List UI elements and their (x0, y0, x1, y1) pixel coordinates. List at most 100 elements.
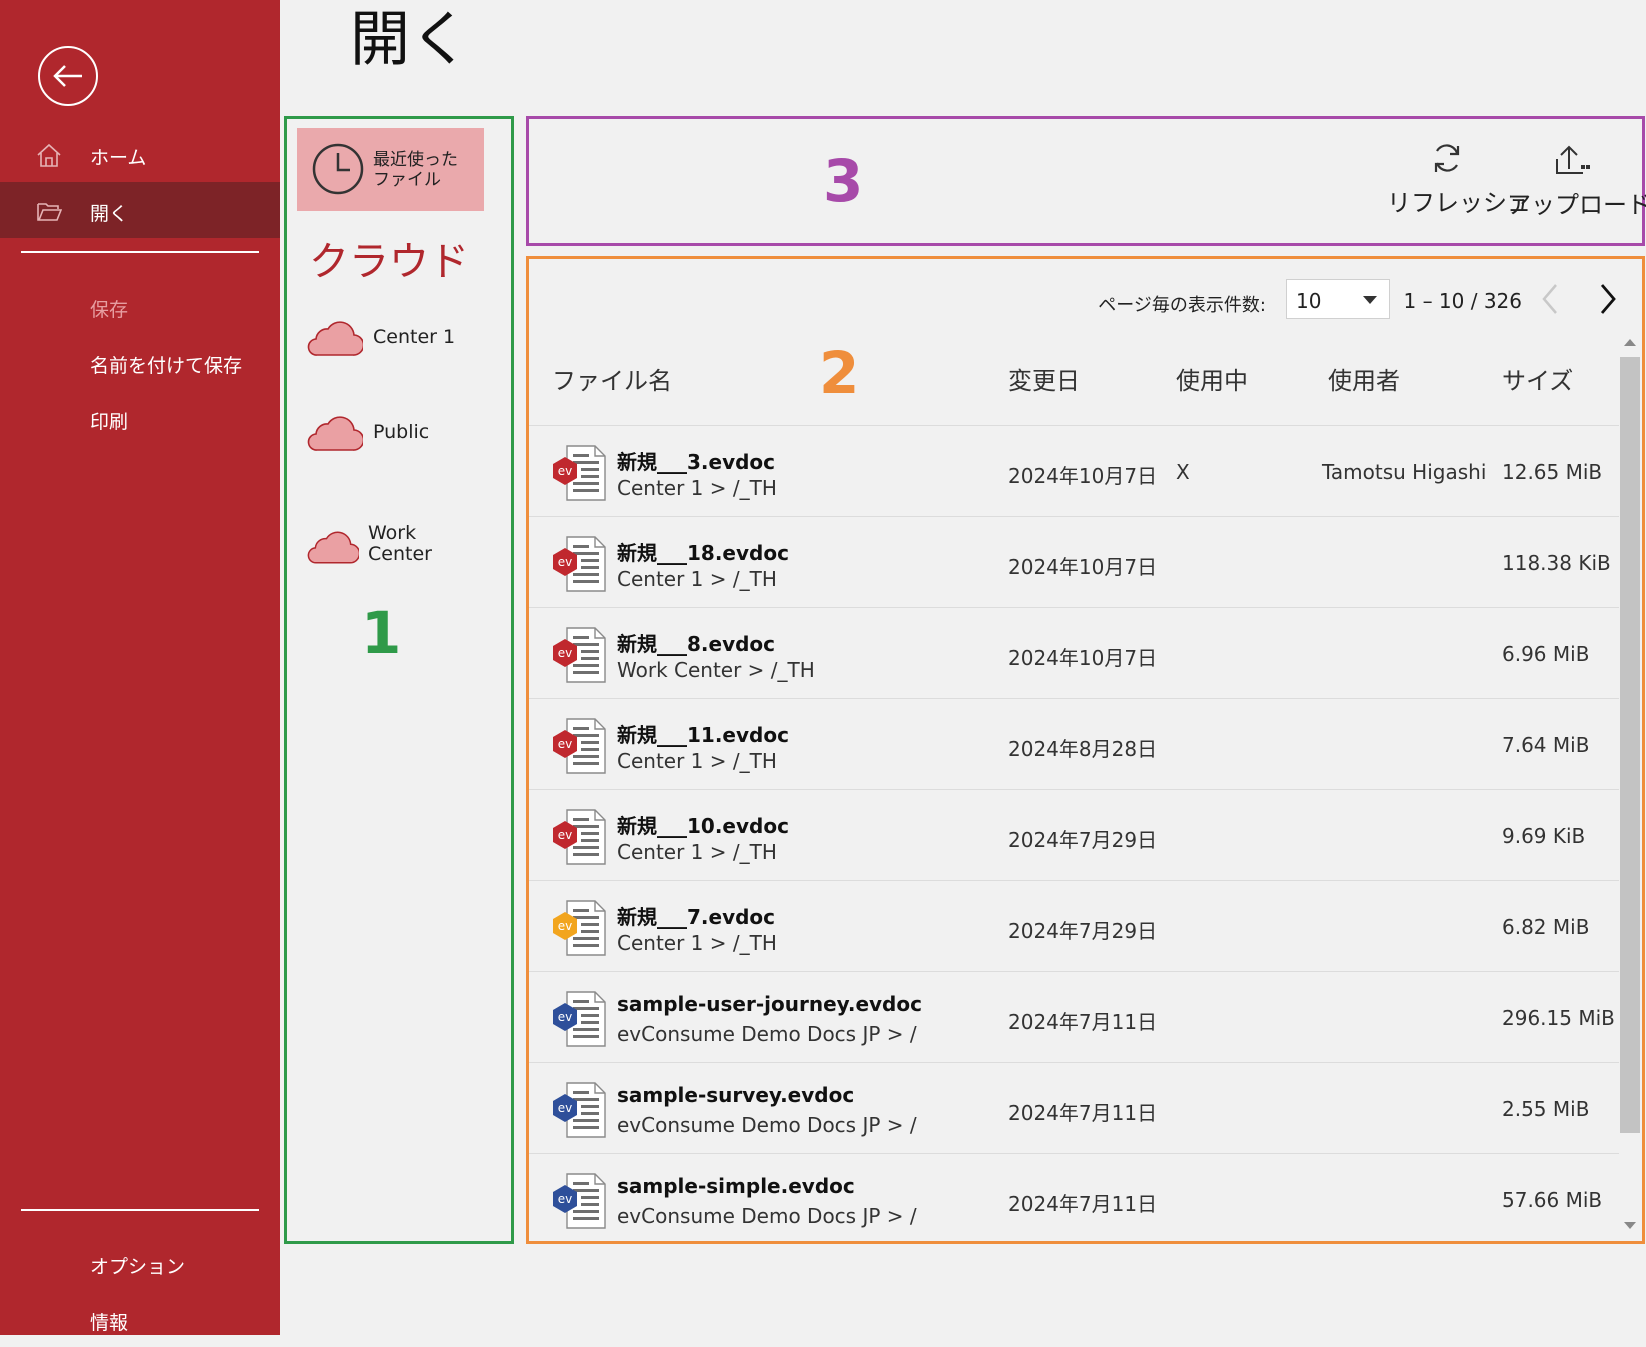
svg-text:ev: ev (558, 828, 572, 842)
scroll-down-arrow[interactable] (1624, 1222, 1636, 1229)
nav-open[interactable]: 開く (0, 182, 280, 238)
table-row[interactable]: ev sample-user-journey.evdoc evConsume Dem… (529, 972, 1619, 1063)
file-size: 7.64 MiB (1502, 733, 1590, 757)
sidebar-divider (21, 251, 259, 253)
file-modified-date: 2024年7月29日 (1008, 828, 1158, 852)
file-path: Center 1 > /_TH (617, 476, 777, 500)
column-header-date[interactable]: 変更日 (1008, 361, 1080, 396)
file-path: Work Center > /_TH (617, 658, 815, 682)
file-size: 6.96 MiB (1502, 642, 1590, 666)
file-name: 新規___18.evdoc (617, 541, 789, 565)
nav-print[interactable]: 印刷 (0, 390, 280, 446)
cloud-section-heading: クラウド (309, 239, 469, 285)
file-in-use: X (1176, 460, 1190, 484)
table-row[interactable]: ev 新規___11.evdoc Center 1 > /_TH 2024年8月28日… (529, 699, 1619, 790)
column-header-user[interactable]: 使用者 (1328, 361, 1400, 396)
annotation-number-2: 2 (819, 339, 860, 407)
file-path: Center 1 > /_TH (617, 931, 777, 955)
file-path: Center 1 > /_TH (617, 749, 777, 773)
table-row[interactable]: ev 新規___10.evdoc Center 1 > /_TH 2024年7月29日… (529, 790, 1619, 881)
page-title: 開く (350, 5, 470, 75)
file-name: 新規___8.evdoc (617, 632, 776, 656)
back-button[interactable] (38, 46, 98, 106)
column-header-size[interactable]: サイズ (1502, 361, 1573, 396)
per-page-value: 10 (1296, 289, 1322, 313)
file-name: 新規___7.evdoc (617, 905, 776, 929)
location-center-1[interactable]: Center 1 (307, 311, 497, 367)
refresh-label: リフレッシュ (1387, 189, 1531, 217)
nav-options[interactable]: オプション (0, 1235, 280, 1291)
location-public[interactable]: Public (307, 406, 497, 462)
file-path: Center 1 > /_TH (617, 840, 777, 864)
folder-open-icon (37, 203, 62, 221)
location-work-center[interactable]: Work Center (307, 517, 497, 583)
file-modified-date: 2024年8月28日 (1008, 737, 1158, 761)
file-path: Center 1 > /_TH (617, 567, 777, 591)
table-row[interactable]: ev 新規___18.evdoc Center 1 > /_TH 2024年10月7日… (529, 517, 1619, 608)
column-header-in-use[interactable]: 使用中 (1176, 361, 1248, 396)
file-user: Tamotsu Higashi (1322, 460, 1487, 484)
vertical-scrollbar[interactable] (1620, 339, 1640, 1239)
scroll-thumb[interactable] (1620, 357, 1640, 1133)
table-row[interactable]: ev 新規___7.evdoc Center 1 > /_TH 2024年7月29日 6… (529, 881, 1619, 972)
locations-panel: 最近使ったファイル クラウド Center 1 Public Work Cent… (284, 116, 514, 1244)
nav-home[interactable]: ホーム (0, 126, 280, 182)
toolbar-panel: 3 リフレッシュ アップロード (526, 116, 1646, 246)
pagination-bar: ページ毎の表示件数: 10 1 – 10 / 326 (842, 279, 1642, 325)
nav-save-as[interactable]: 名前を付けて保存 (0, 334, 280, 390)
file-size: 2.55 MiB (1502, 1097, 1590, 1121)
svg-text:ev: ev (558, 555, 572, 569)
nav-info[interactable]: 情報 (0, 1291, 280, 1347)
file-modified-date: 2024年7月29日 (1008, 919, 1158, 943)
table-row[interactable]: ev sample-survey.evdoc evConsume Demo Docs… (529, 1063, 1619, 1154)
evdoc-file-icon: ev (553, 991, 606, 1047)
svg-text:ev: ev (558, 1192, 572, 1206)
annotation-number-3: 3 (823, 147, 864, 215)
per-page-select[interactable]: 10 (1286, 279, 1390, 319)
recent-files-button[interactable]: 最近使ったファイル (297, 128, 484, 211)
upload-label: アップロード (1507, 191, 1646, 219)
file-name: 新規___10.evdoc (617, 814, 789, 838)
evdoc-file-icon: ev (553, 900, 606, 956)
per-page-label: ページ毎の表示件数: (1098, 295, 1266, 316)
nav-save[interactable]: 保存 (0, 278, 280, 334)
scroll-up-arrow[interactable] (1624, 339, 1636, 346)
file-modified-date: 2024年10月7日 (1008, 555, 1158, 579)
upload-button[interactable]: アップロード (1507, 141, 1646, 220)
svg-text:ev: ev (558, 1010, 572, 1024)
location-label: Public (373, 421, 430, 443)
table-row[interactable]: ev 新規___3.evdoc Center 1 > /_TH 2024年10月7日 X… (529, 426, 1619, 517)
nav-options-label: オプション (90, 1256, 186, 1278)
file-size: 9.69 KiB (1502, 824, 1586, 848)
nav-save-label: 保存 (90, 299, 129, 321)
svg-text:ev: ev (558, 464, 572, 478)
file-size: 57.66 MiB (1502, 1188, 1603, 1212)
svg-text:ev: ev (558, 1101, 572, 1115)
nav-save-as-label: 名前を付けて保存 (90, 355, 243, 377)
file-modified-date: 2024年7月11日 (1008, 1101, 1158, 1125)
file-list-panel: ページ毎の表示件数: 10 1 – 10 / 326 ファイル名 2 変更日 使… (526, 256, 1645, 1244)
home-icon (37, 143, 61, 167)
arrow-left-icon (53, 65, 82, 87)
backstage-sidebar: ホーム 開く 保存 名前を付けて保存 印刷 オプション 情報 (0, 0, 280, 1335)
page-range: 1 – 10 / 326 (1403, 289, 1522, 313)
refresh-icon (1434, 144, 1460, 172)
cloud-icon (307, 321, 363, 356)
file-path: evConsume Demo Docs JP > / (617, 1204, 917, 1228)
svg-text:ev: ev (558, 737, 572, 751)
nav-print-label: 印刷 (90, 411, 129, 433)
table-row[interactable]: ev sample-simple.evdoc evConsume Demo Docs… (529, 1154, 1619, 1241)
file-modified-date: 2024年7月11日 (1008, 1192, 1158, 1216)
evdoc-file-icon: ev (553, 718, 606, 774)
file-name: sample-simple.evdoc (617, 1174, 855, 1198)
prev-page-button[interactable] (1536, 281, 1566, 317)
cloud-icon (307, 416, 363, 451)
clock-icon (312, 143, 364, 195)
table-row[interactable]: ev 新規___8.evdoc Work Center > /_TH 2024年10月… (529, 608, 1619, 699)
file-modified-date: 2024年10月7日 (1008, 464, 1158, 488)
column-header-name[interactable]: ファイル名 (552, 361, 672, 396)
next-page-button[interactable] (1592, 281, 1622, 317)
file-size: 12.65 MiB (1502, 460, 1603, 484)
file-size: 296.15 MiB (1502, 1006, 1615, 1030)
refresh-button[interactable]: リフレッシュ (1387, 141, 1531, 218)
